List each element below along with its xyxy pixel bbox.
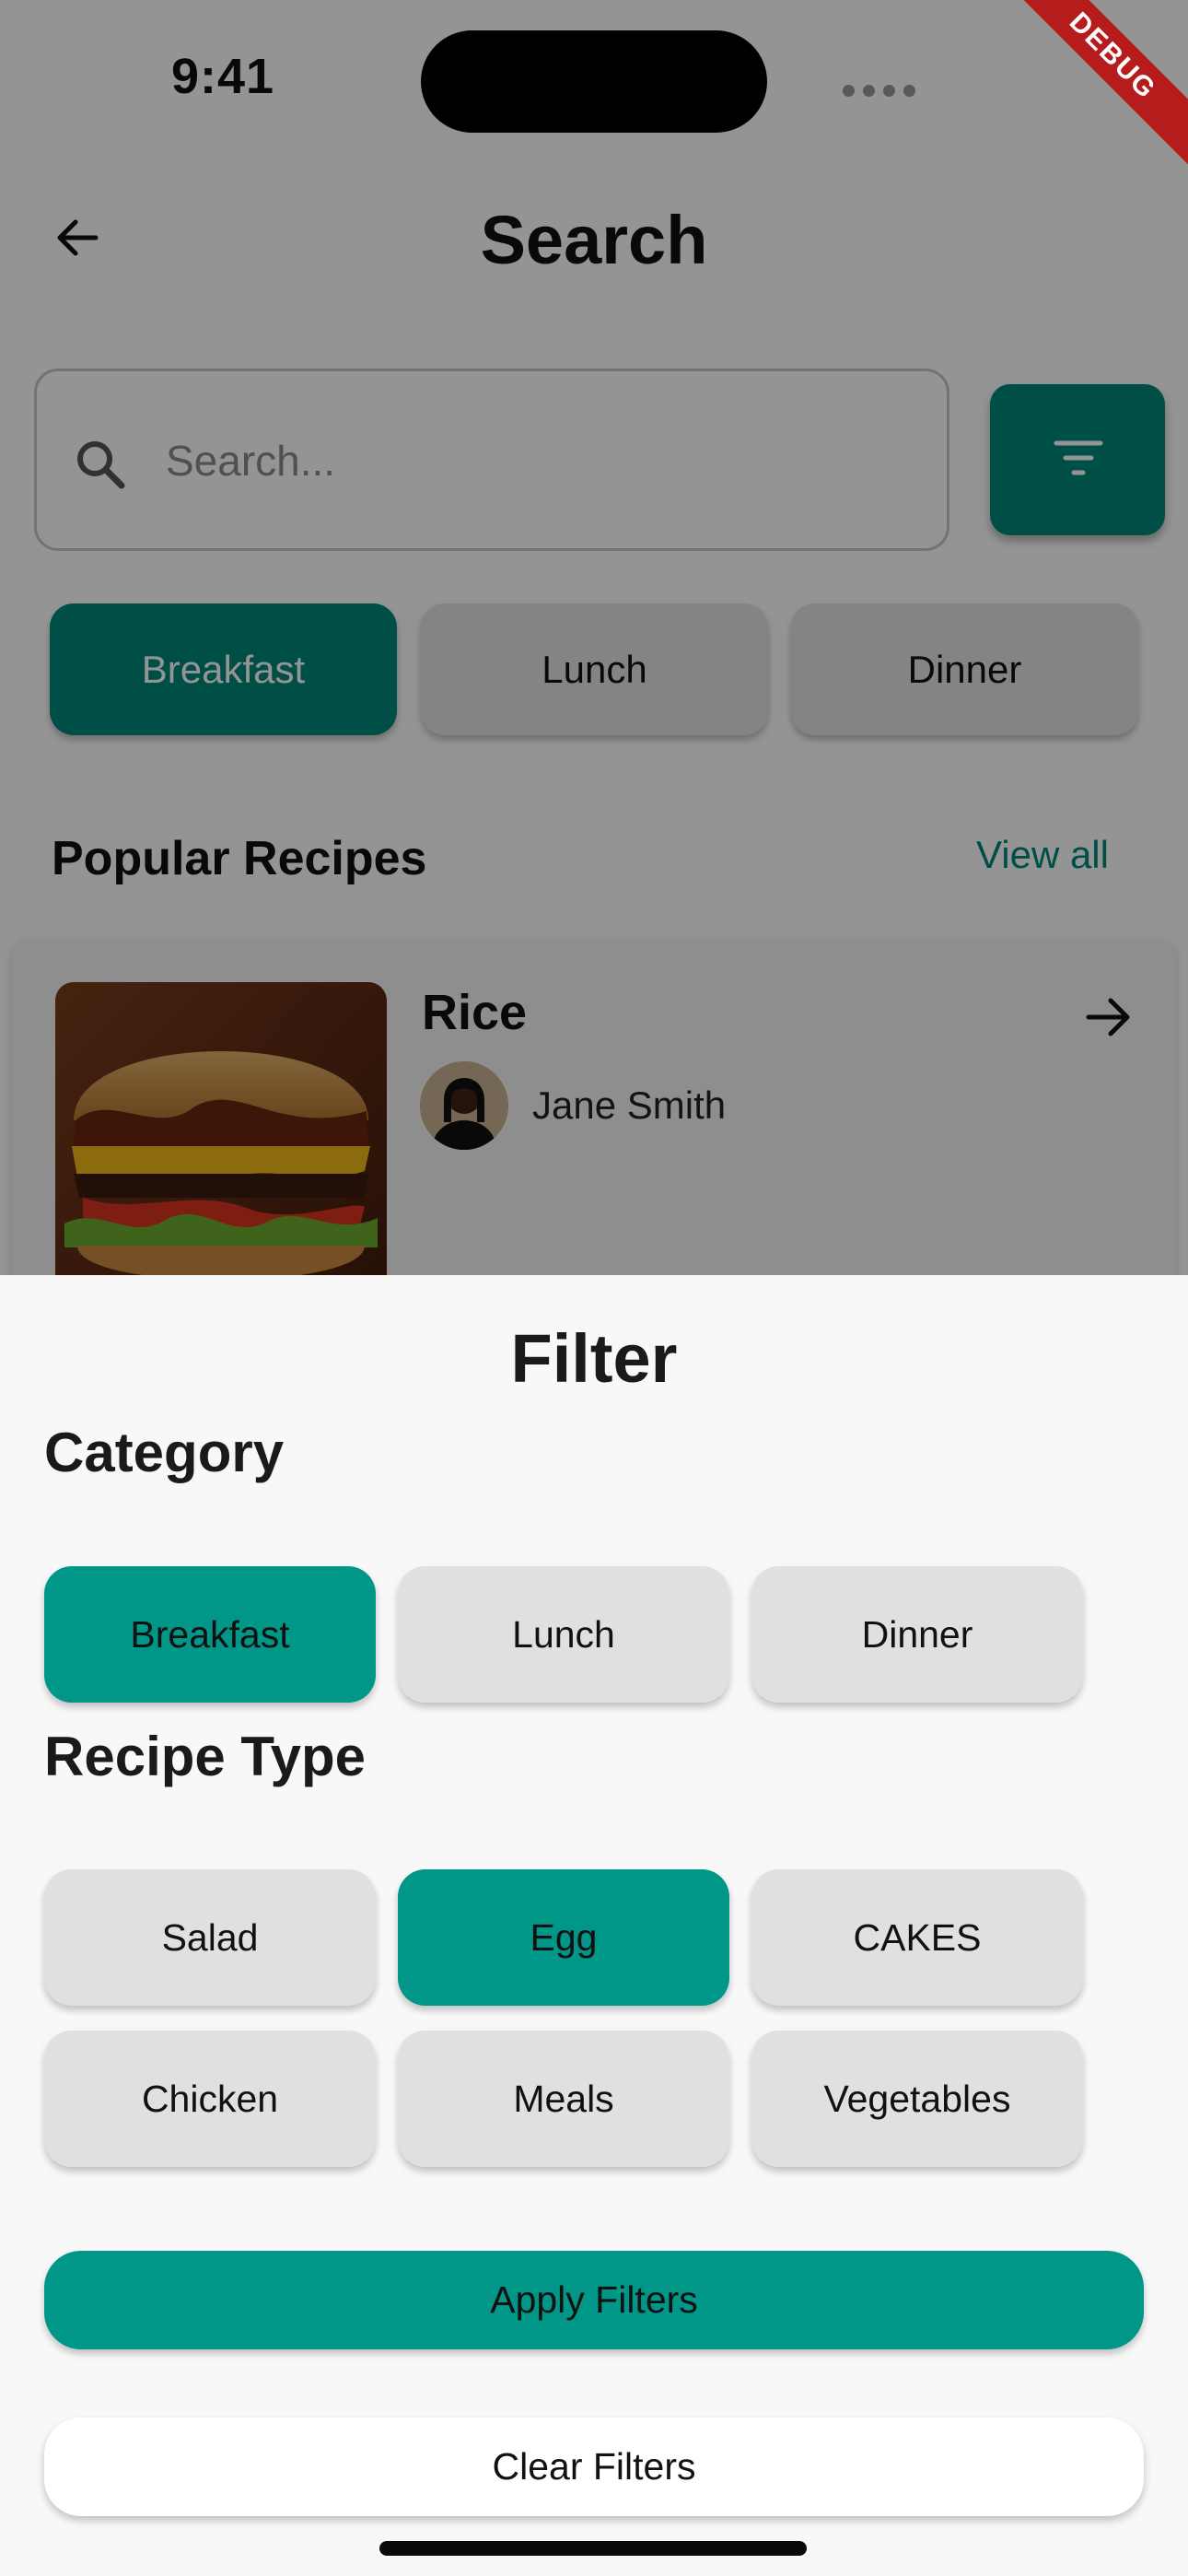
apply-filters-button[interactable]: Apply Filters [44,2251,1144,2349]
search-screen: 9:41 DEBUG Search Breakfast Lunch Dinner… [0,0,1188,2576]
category-option-dinner[interactable]: Dinner [751,1566,1083,1703]
recipe-type-heading: Recipe Type [44,1726,367,1787]
recipe-type-option-vegetables[interactable]: Vegetables [751,2031,1083,2167]
recipe-type-option-chicken[interactable]: Chicken [44,2031,376,2167]
recipe-type-option-meals[interactable]: Meals [398,2031,729,2167]
recipe-type-option-cakes[interactable]: CAKES [751,1869,1083,2006]
category-heading: Category [44,1422,285,1483]
modal-scrim[interactable] [0,0,1188,1275]
clear-filters-button[interactable]: Clear Filters [44,2418,1144,2516]
recipe-type-option-egg[interactable]: Egg [398,1869,729,2006]
filter-title: Filter [510,1320,678,1397]
category-option-breakfast[interactable]: Breakfast [44,1566,376,1703]
home-indicator[interactable] [379,2541,807,2556]
recipe-type-option-salad[interactable]: Salad [44,1869,376,2006]
category-option-lunch[interactable]: Lunch [398,1566,729,1703]
filter-bottom-sheet: Filter Category Breakfast Lunch Dinner R… [0,1275,1188,2576]
